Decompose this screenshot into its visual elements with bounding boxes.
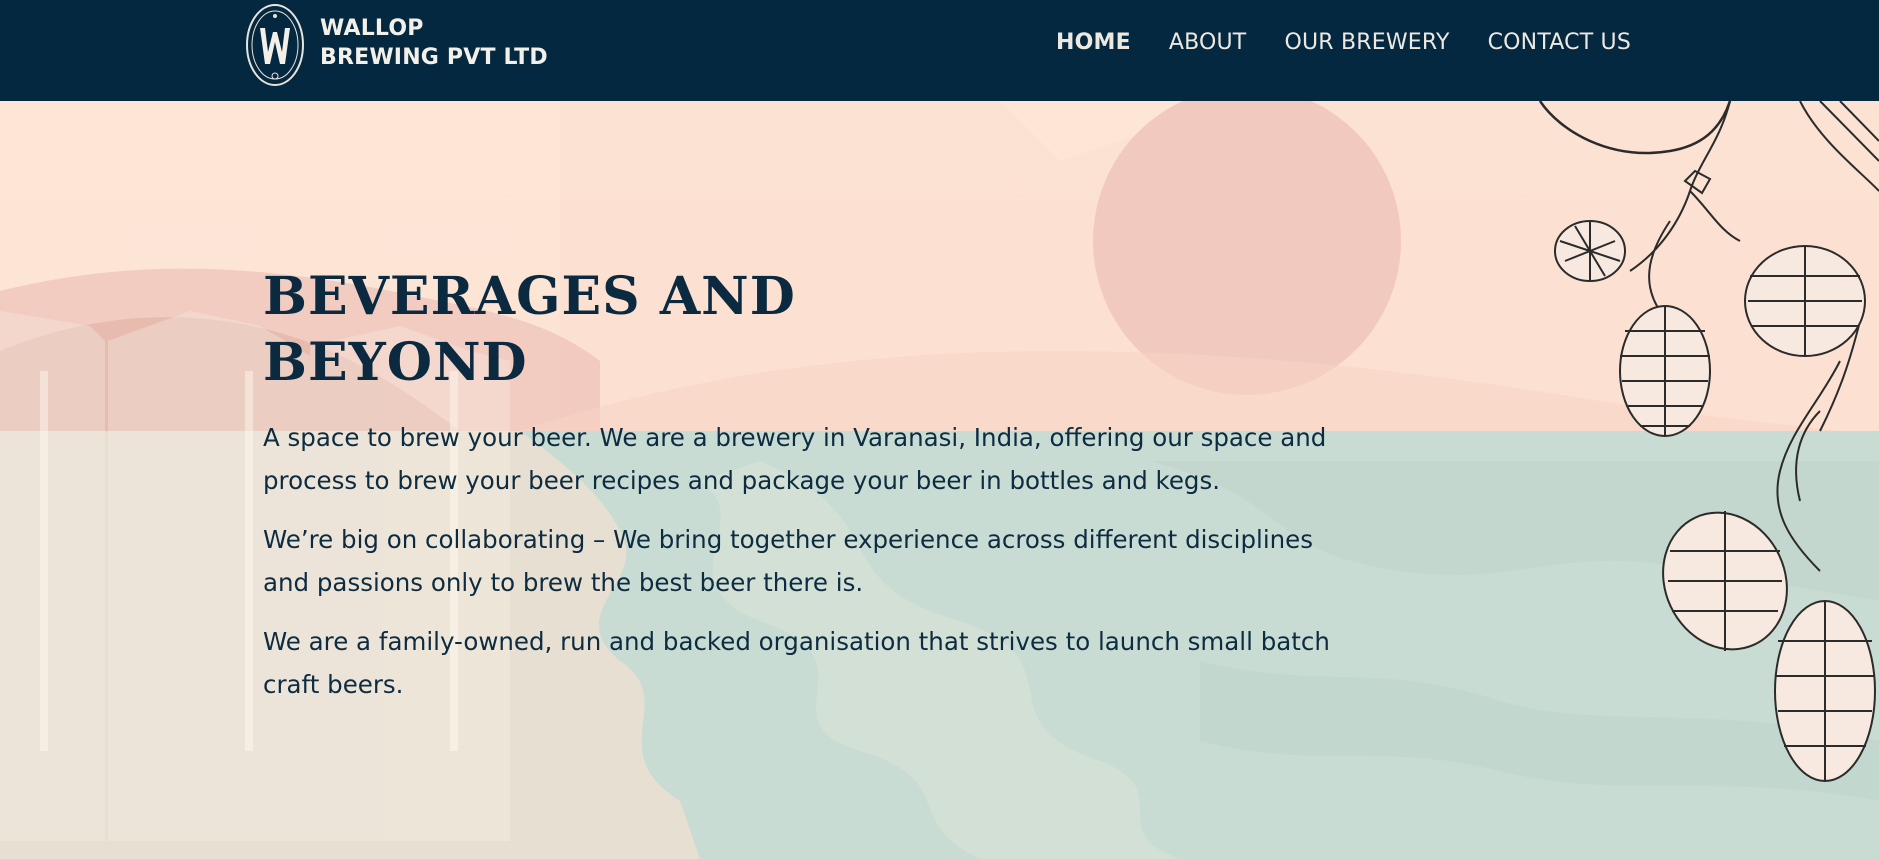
hop-cone-5 xyxy=(1774,600,1876,782)
brand-name-line2: BREWING PVT LTD xyxy=(320,45,548,70)
hero-title: BEVERAGES AND BEYOND xyxy=(263,264,1343,396)
nav-contact-us-link[interactable]: CONTACT US xyxy=(1488,30,1631,55)
nav-our-brewery-link[interactable]: OUR BREWERY xyxy=(1284,30,1449,55)
brand-name[interactable]: WALLOP BREWING PVT LTD xyxy=(320,14,548,72)
hop-cone-1 xyxy=(1554,220,1626,282)
hero-paragraph-collaboration: We’re big on collaborating – We bring to… xyxy=(263,525,1313,597)
nav-home-link[interactable]: HOME xyxy=(1056,30,1131,55)
hero-title-line1: BEVERAGES AND xyxy=(263,266,796,327)
hero-title-line2: BEYOND xyxy=(263,332,528,393)
hero-section: BEVERAGES AND BEYOND A space to brew you… xyxy=(0,101,1879,859)
brand-logo-icon[interactable] xyxy=(244,2,306,88)
site-header: WALLOP BREWING PVT LTD HOME ABOUT OUR BR… xyxy=(0,0,1879,101)
hops-illustration xyxy=(1538,101,1879,782)
hop-cone-3 xyxy=(1744,245,1866,357)
brand-name-line1: WALLOP xyxy=(320,16,424,41)
hero-content: BEVERAGES AND BEYOND A space to brew you… xyxy=(263,264,1343,722)
hero-paragraph-intro: A space to brew your beer. We are a brew… xyxy=(263,423,1327,495)
main-nav: HOME ABOUT OUR BREWERY CONTACT US xyxy=(1056,30,1631,55)
hop-cone-2 xyxy=(1619,305,1711,437)
nav-about-link[interactable]: ABOUT xyxy=(1169,30,1247,55)
hero-paragraph-family: We are a family-owned, run and backed or… xyxy=(263,627,1330,699)
